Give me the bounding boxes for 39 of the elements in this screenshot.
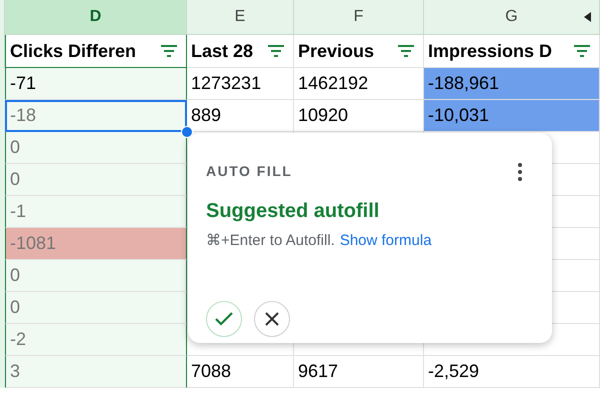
show-formula-link[interactable]: Show formula — [340, 230, 432, 252]
more-icon[interactable] — [518, 162, 522, 180]
table-cell: 0 — [5, 132, 187, 164]
table-cell: 889 — [187, 100, 294, 132]
header-cell-text: Clicks Differen — [10, 40, 136, 62]
column-header[interactable]: E — [187, 0, 294, 35]
table-cell: -188,961 — [424, 68, 600, 100]
popup-label: AUTO FILL — [206, 162, 292, 181]
accept-button[interactable] — [206, 300, 242, 336]
table-cell: 0 — [5, 260, 187, 292]
header-cell-text: Last 28 — [191, 40, 254, 62]
fill-handle[interactable] — [181, 126, 193, 138]
column-header[interactable]: F — [294, 0, 424, 35]
table-cell: -2 — [5, 324, 187, 356]
close-button[interactable] — [254, 300, 290, 336]
table-cell: -10,031 — [424, 100, 600, 132]
collapse-icon[interactable] — [584, 12, 591, 22]
close-icon — [264, 310, 280, 326]
column-header[interactable]: D — [5, 0, 187, 35]
check-icon — [215, 312, 233, 326]
table-cell: 0 — [5, 292, 187, 324]
popup-title: Suggested autofill — [205, 199, 380, 224]
table-cell: 3 — [5, 356, 187, 388]
filter-icon[interactable] — [160, 44, 178, 58]
header-cell-text: Previous — [298, 40, 374, 62]
filter-icon[interactable] — [573, 44, 591, 58]
table-cell: 9617 — [294, 356, 424, 388]
table-cell: -1081 — [5, 228, 187, 260]
filter-icon[interactable] — [397, 44, 415, 58]
table-cell: -1 — [5, 196, 187, 228]
table-cell: -2,529 — [424, 356, 600, 388]
table-cell: 0 — [5, 164, 187, 196]
table-cell: 1273231 — [187, 68, 294, 100]
filter-icon[interactable] — [267, 44, 285, 58]
table-cell: -71 — [5, 68, 187, 100]
table-cell: 7088 — [187, 356, 294, 388]
shortcut-hint: ⌘+Enter to Autofill. — [206, 231, 335, 251]
column-header[interactable]: G — [424, 0, 600, 35]
header-cell-text: Impressions D — [428, 40, 552, 63]
